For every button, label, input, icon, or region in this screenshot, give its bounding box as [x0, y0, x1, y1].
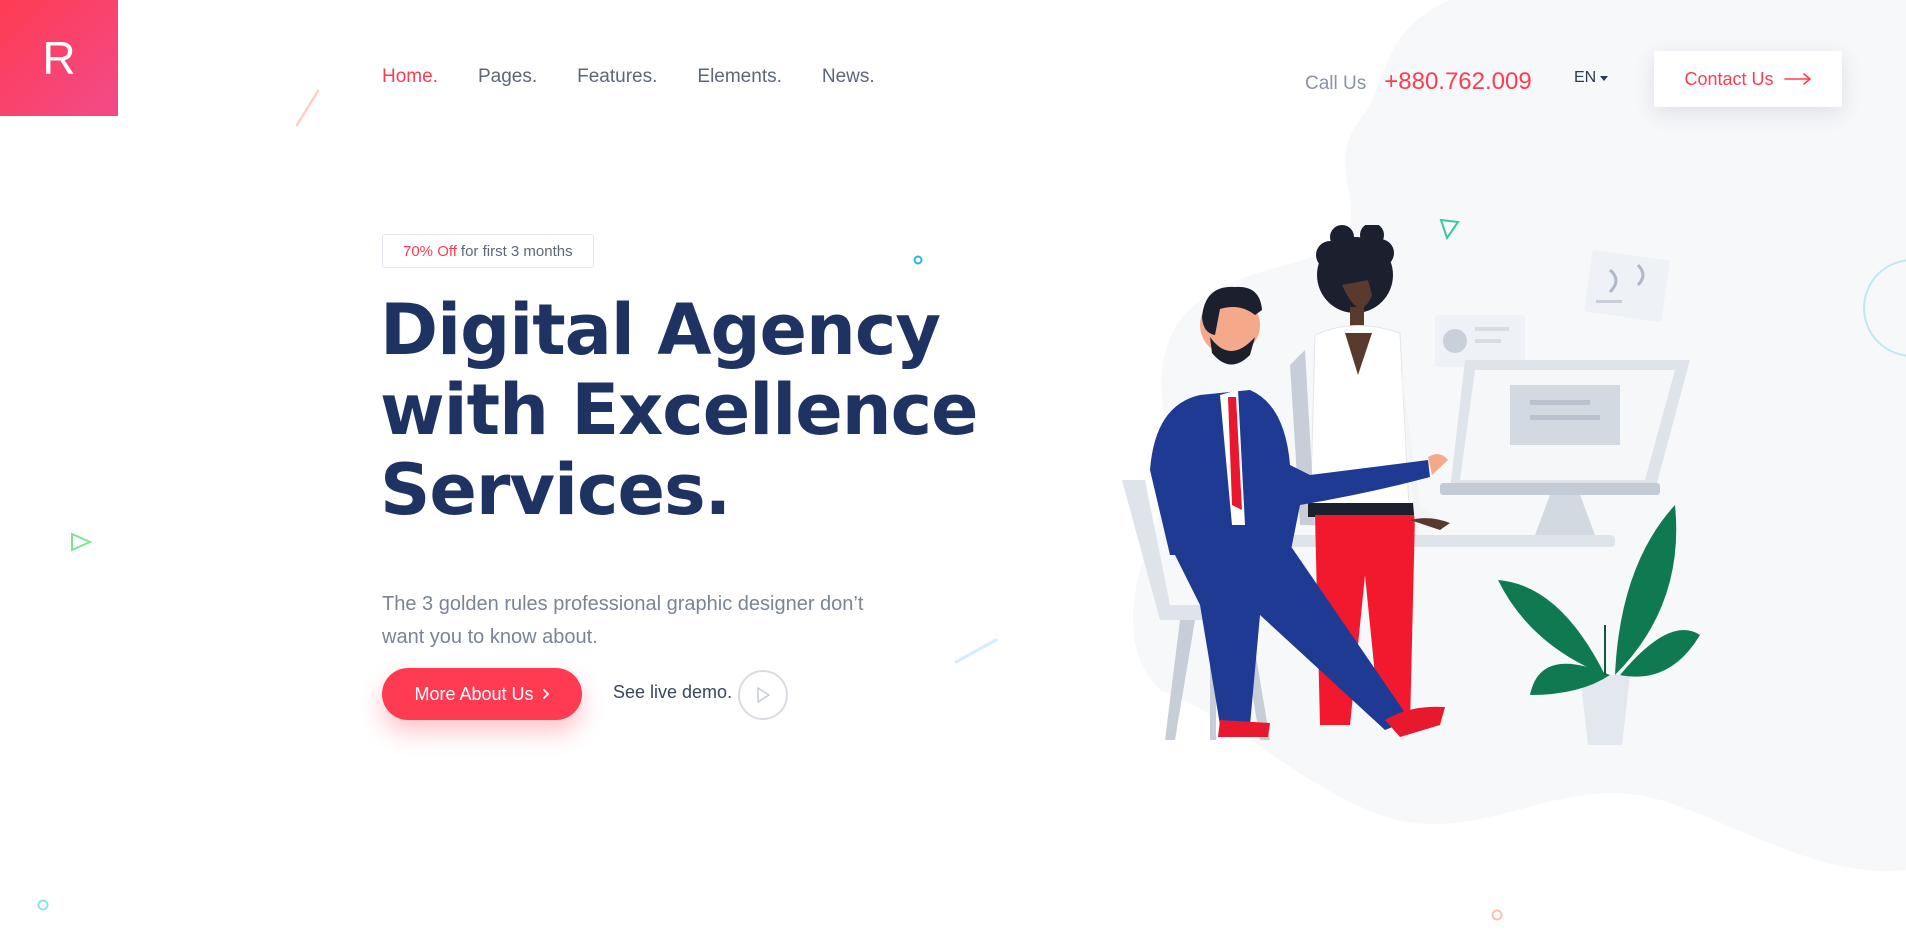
phone-number[interactable]: +880.762.009	[1384, 68, 1531, 96]
hero-title-line-1: Digital Agency	[380, 289, 941, 371]
call-us: Call Us +880.762.009	[1305, 68, 1532, 96]
nav-item-features[interactable]: Features.	[577, 66, 657, 88]
deco-circle-icon	[1491, 909, 1503, 921]
more-about-us-button[interactable]: More About Us	[382, 668, 582, 720]
hero-title-line-2: with Excellence	[380, 369, 979, 451]
office-workers-illustration	[1122, 225, 1700, 745]
deco-triangle-icon	[71, 532, 93, 552]
chevron-right-icon	[542, 689, 549, 699]
live-demo-link[interactable]: See live demo.	[613, 682, 732, 703]
deco-circle-icon	[913, 255, 923, 265]
monitor-icon	[1440, 360, 1690, 535]
play-button[interactable]	[738, 670, 788, 720]
nav-item-news[interactable]: News.	[822, 66, 875, 88]
nav-item-pages[interactable]: Pages.	[478, 66, 537, 88]
call-us-label: Call Us	[1305, 73, 1367, 94]
language-label: EN	[1574, 69, 1597, 86]
contact-button-label: Contact Us	[1684, 68, 1774, 89]
deco-line-icon	[954, 638, 998, 664]
ui-card-icon	[1584, 250, 1670, 322]
promo-badge: 70% Off for first 3 months	[382, 234, 594, 268]
deco-line-icon	[295, 89, 320, 127]
nav-item-elements[interactable]: Elements.	[697, 66, 781, 88]
caret-down-icon	[1600, 75, 1609, 81]
more-about-us-label: More About Us	[414, 683, 534, 704]
deco-circle-icon	[37, 899, 49, 911]
hero-title-line-3: Services.	[380, 449, 731, 531]
play-icon	[757, 687, 770, 703]
hero-subtext: The 3 golden rules professional graphic …	[382, 593, 864, 648]
nav-item-home[interactable]: Home.	[382, 66, 438, 88]
arrow-right-icon	[1783, 73, 1811, 85]
main-nav: Home. Pages. Features. Elements. News.	[382, 66, 875, 88]
deco-circle-icon	[1863, 259, 1906, 357]
logo-letter: R	[42, 32, 76, 84]
brand-logo[interactable]: R	[0, 0, 118, 116]
language-selector[interactable]: EN	[1574, 69, 1609, 87]
promo-text: for first 3 months	[460, 242, 573, 260]
promo-discount: 70% Off	[403, 242, 457, 260]
ui-card-icon	[1435, 315, 1525, 367]
hero-title: Digital Agency with Excellence Services.	[380, 289, 979, 531]
contact-button[interactable]: Contact Us	[1654, 51, 1842, 107]
